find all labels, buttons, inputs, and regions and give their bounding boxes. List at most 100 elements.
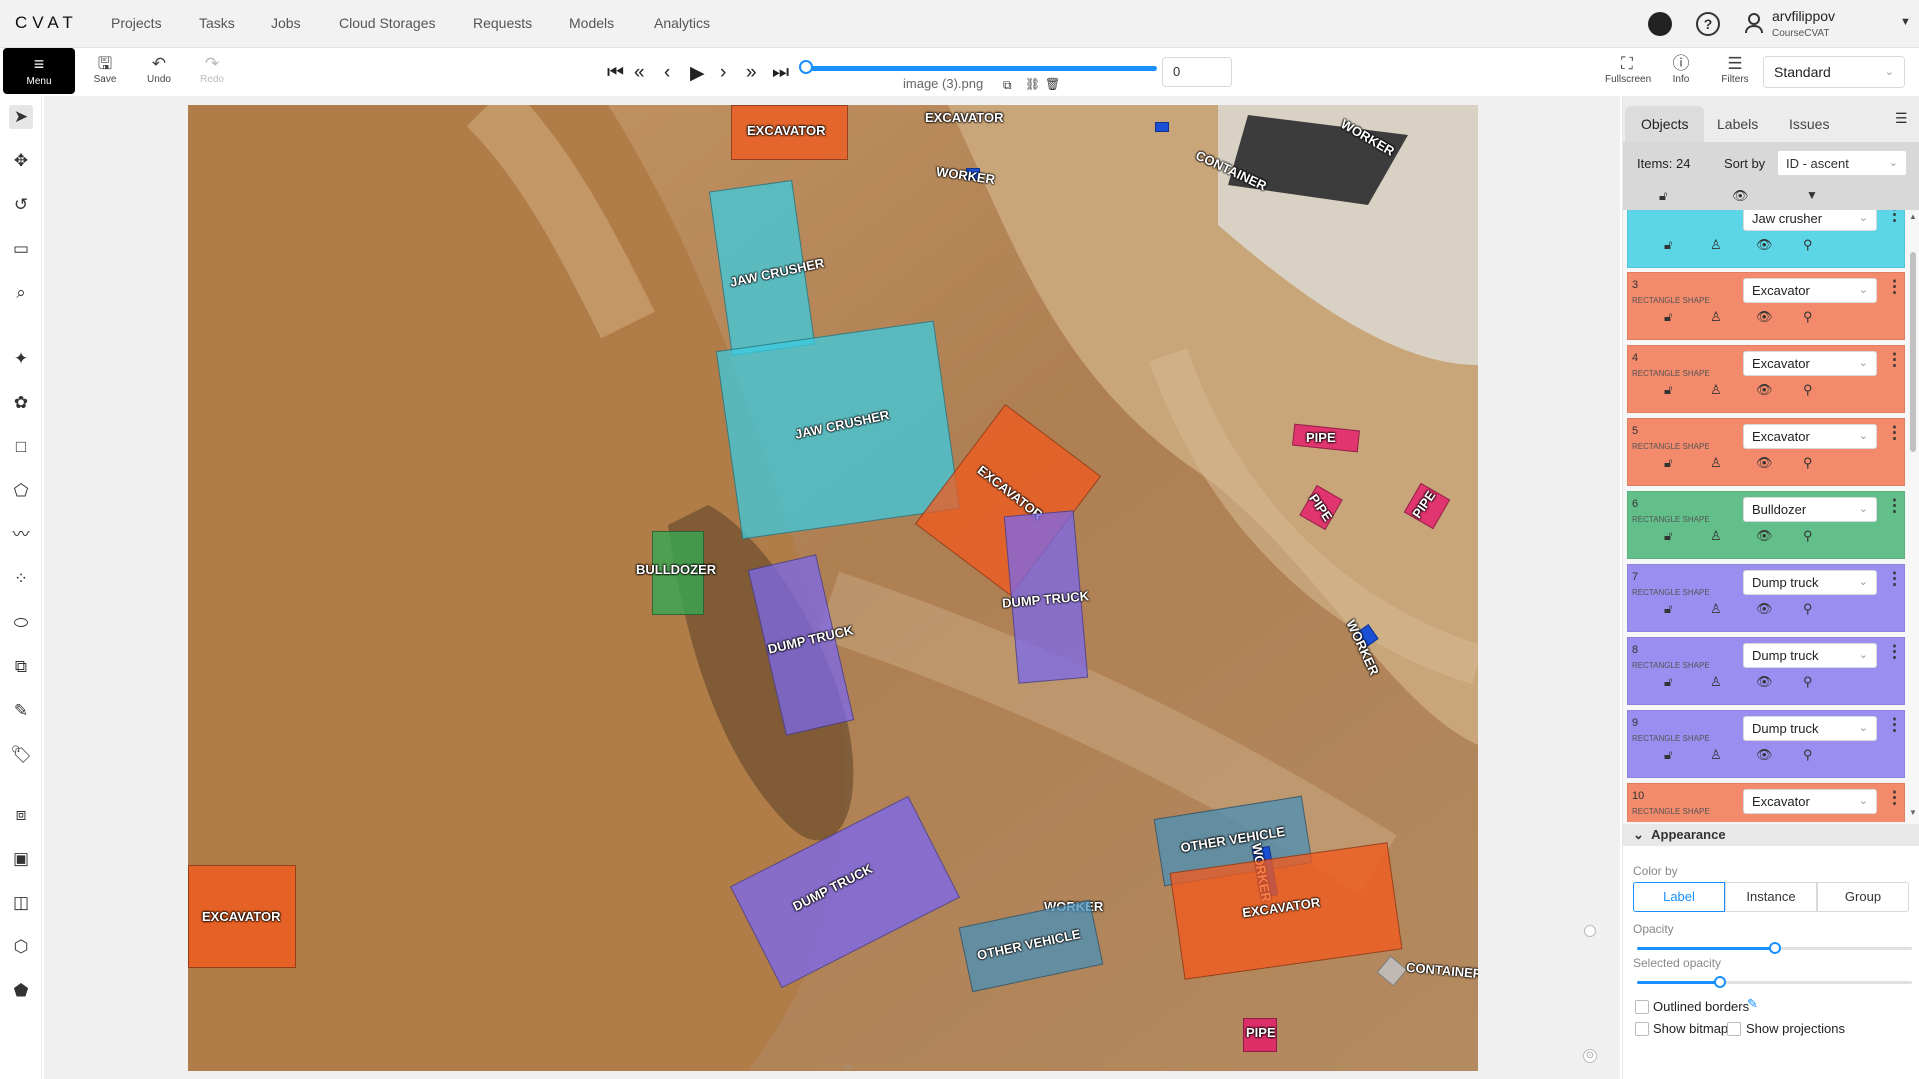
worker-box[interactable]: [1155, 122, 1169, 132]
draw-ellipse-icon[interactable]: ⬭: [9, 611, 33, 635]
draw-polygon-icon[interactable]: ⬠: [9, 479, 33, 503]
object-label-select[interactable]: Excavator ⌄: [1743, 351, 1877, 376]
eye-icon[interactable]: 👁︎: [1756, 528, 1773, 544]
nav-cloud-storages[interactable]: Cloud Storages: [339, 15, 436, 31]
object-item[interactable]: 6 RECTANGLE SHAPE Bulldozer ⌄ ⋮ 🔓︎ ♙ 👁︎ ⚲: [1627, 491, 1905, 559]
nav-tasks[interactable]: Tasks: [199, 15, 235, 31]
lock-icon[interactable]: 🔓︎: [1664, 601, 1672, 617]
lock-icon[interactable]: 🔓︎: [1664, 309, 1672, 325]
object-item[interactable]: Jaw crusher ⌄ ⋮ 🔓︎ ♙ 👁︎ ⚲: [1627, 210, 1905, 268]
eye-icon[interactable]: 👁︎: [1756, 382, 1773, 398]
object-label-select[interactable]: Jaw crusher ⌄: [1743, 210, 1877, 231]
expand-all-icon[interactable]: ▼: [1806, 188, 1818, 202]
eye-icon[interactable]: 👁︎: [1756, 601, 1773, 617]
undo-button[interactable]: ↶ Undo: [137, 54, 181, 85]
outlined-borders-checkbox[interactable]: [1635, 1000, 1649, 1014]
user-menu-caret-icon[interactable]: ▼: [1900, 16, 1911, 28]
selected-opacity-slider[interactable]: [1637, 976, 1912, 988]
opacity-slider[interactable]: [1637, 942, 1912, 954]
next-frame-icon[interactable]: ›: [720, 62, 726, 84]
object-item[interactable]: 10 RECTANGLE SHAPE Excavator ⌄ ⋮: [1627, 783, 1905, 822]
eye-icon[interactable]: 👁︎: [1756, 455, 1773, 471]
copy-filename-icon[interactable]: ⧉: [1003, 78, 1012, 93]
object-item[interactable]: 5 RECTANGLE SHAPE Excavator ⌄ ⋮ 🔓︎ ♙ 👁︎ ⚲: [1627, 418, 1905, 486]
pin-icon[interactable]: ⚲: [1803, 237, 1813, 253]
more-icon[interactable]: ⋮: [1886, 788, 1903, 808]
show-projections-checkbox[interactable]: [1727, 1022, 1741, 1036]
show-bitmap-checkbox[interactable]: [1635, 1022, 1649, 1036]
nav-jobs[interactable]: Jobs: [271, 15, 301, 31]
more-icon[interactable]: ⋮: [1886, 350, 1903, 370]
user-icon[interactable]: ♙: [1710, 747, 1722, 763]
draw-rectangle-icon[interactable]: □: [9, 435, 33, 459]
object-label-select[interactable]: Dump truck ⌄: [1743, 716, 1877, 741]
object-item[interactable]: 8 RECTANGLE SHAPE Dump truck ⌄ ⋮ 🔓︎ ♙ 👁︎ ⚲: [1627, 637, 1905, 705]
frame-slider-handle[interactable]: [799, 60, 813, 74]
object-label-select[interactable]: Excavator ⌄: [1743, 424, 1877, 449]
nav-requests[interactable]: Requests: [473, 15, 532, 31]
pin-icon[interactable]: ⚲: [1803, 382, 1813, 398]
group-icon[interactable]: ▣: [9, 847, 33, 871]
user-icon[interactable]: ♙: [1710, 528, 1722, 544]
eye-icon[interactable]: 👁︎: [1756, 674, 1773, 690]
draw-cuboid-icon[interactable]: ⧉: [9, 655, 33, 679]
lock-icon[interactable]: 🔓︎: [1664, 382, 1672, 398]
lock-icon[interactable]: 🔓︎: [1664, 674, 1672, 690]
more-icon[interactable]: ⋮: [1886, 569, 1903, 589]
user-name[interactable]: arvfilippov: [1772, 8, 1835, 24]
move-icon[interactable]: ✥: [9, 149, 33, 173]
object-item[interactable]: 9 RECTANGLE SHAPE Dump truck ⌄ ⋮ 🔓︎ ♙ 👁︎ ⚲: [1627, 710, 1905, 778]
slice-icon[interactable]: ⬟: [9, 979, 33, 1003]
redo-button[interactable]: ↷ Redo: [190, 54, 234, 85]
draw-polyline-icon[interactable]: 〰: [9, 523, 33, 547]
merge-icon[interactable]: ⧈: [9, 803, 33, 827]
canvas-reset-icon[interactable]: ⊙: [1583, 1049, 1597, 1063]
eye-all-icon[interactable]: 👁︎: [1732, 188, 1749, 204]
delete-frame-icon[interactable]: 🗑: [1045, 77, 1060, 91]
nav-models[interactable]: Models: [569, 15, 614, 31]
menu-button[interactable]: ≡ Menu: [3, 48, 75, 94]
workspace-select[interactable]: Standard ⌄: [1763, 56, 1905, 88]
collapse-sidebar-icon[interactable]: ☰: [1895, 110, 1908, 127]
help-icon[interactable]: ?: [1696, 12, 1720, 36]
more-icon[interactable]: ⋮: [1886, 210, 1903, 225]
canvas-zoom-handle[interactable]: [1584, 925, 1596, 937]
object-label-select[interactable]: Excavator ⌄: [1743, 278, 1877, 303]
more-icon[interactable]: ⋮: [1886, 496, 1903, 516]
color-by-group-option[interactable]: Group: [1817, 882, 1909, 912]
fast-back-icon[interactable]: «: [634, 62, 645, 84]
sort-select[interactable]: ID - ascent ⌄: [1777, 150, 1907, 176]
cursor-icon[interactable]: ➤: [9, 105, 33, 129]
lock-icon[interactable]: 🔓︎: [1664, 528, 1672, 544]
eye-icon[interactable]: 👁︎: [1756, 747, 1773, 763]
link-icon[interactable]: ⛓: [1025, 77, 1040, 91]
frame-number-input[interactable]: 0: [1162, 57, 1232, 87]
join-icon[interactable]: ⬡: [9, 935, 33, 959]
lock-icon[interactable]: 🔓︎: [1664, 747, 1672, 763]
eye-icon[interactable]: 👁︎: [1756, 237, 1773, 253]
object-item[interactable]: 4 RECTANGLE SHAPE Excavator ⌄ ⋮ 🔓︎ ♙ 👁︎ ⚲: [1627, 345, 1905, 413]
lock-icon[interactable]: 🔓︎: [1664, 237, 1672, 253]
nav-projects[interactable]: Projects: [111, 15, 162, 31]
filters-button[interactable]: ☰ Filters: [1713, 54, 1757, 85]
user-icon[interactable]: ♙: [1710, 382, 1722, 398]
rotate-icon[interactable]: ↺: [9, 193, 33, 217]
github-icon[interactable]: [1648, 12, 1672, 36]
tag-icon[interactable]: 🏷: [9, 743, 33, 767]
pin-icon[interactable]: ⚲: [1803, 309, 1813, 325]
color-by-label-option[interactable]: Label: [1633, 882, 1725, 912]
fit-image-icon[interactable]: ▭: [9, 237, 33, 261]
split-icon[interactable]: ◫: [9, 891, 33, 915]
pin-icon[interactable]: ⚲: [1803, 747, 1813, 763]
info-button[interactable]: ⓘ Info: [1659, 54, 1703, 85]
user-icon[interactable]: ♙: [1710, 601, 1722, 617]
lock-all-icon[interactable]: 🔓︎: [1659, 188, 1667, 204]
draw-points-icon[interactable]: ⁘: [9, 567, 33, 591]
tab-objects[interactable]: Objects: [1625, 106, 1705, 142]
user-icon[interactable]: ♙: [1710, 674, 1722, 690]
tab-labels[interactable]: Labels: [1701, 106, 1774, 142]
object-label-select[interactable]: Bulldozer ⌄: [1743, 497, 1877, 522]
pin-icon[interactable]: ⚲: [1803, 455, 1813, 471]
color-by-instance-option[interactable]: Instance: [1725, 882, 1817, 912]
save-button[interactable]: 🖫 Save: [83, 54, 127, 85]
